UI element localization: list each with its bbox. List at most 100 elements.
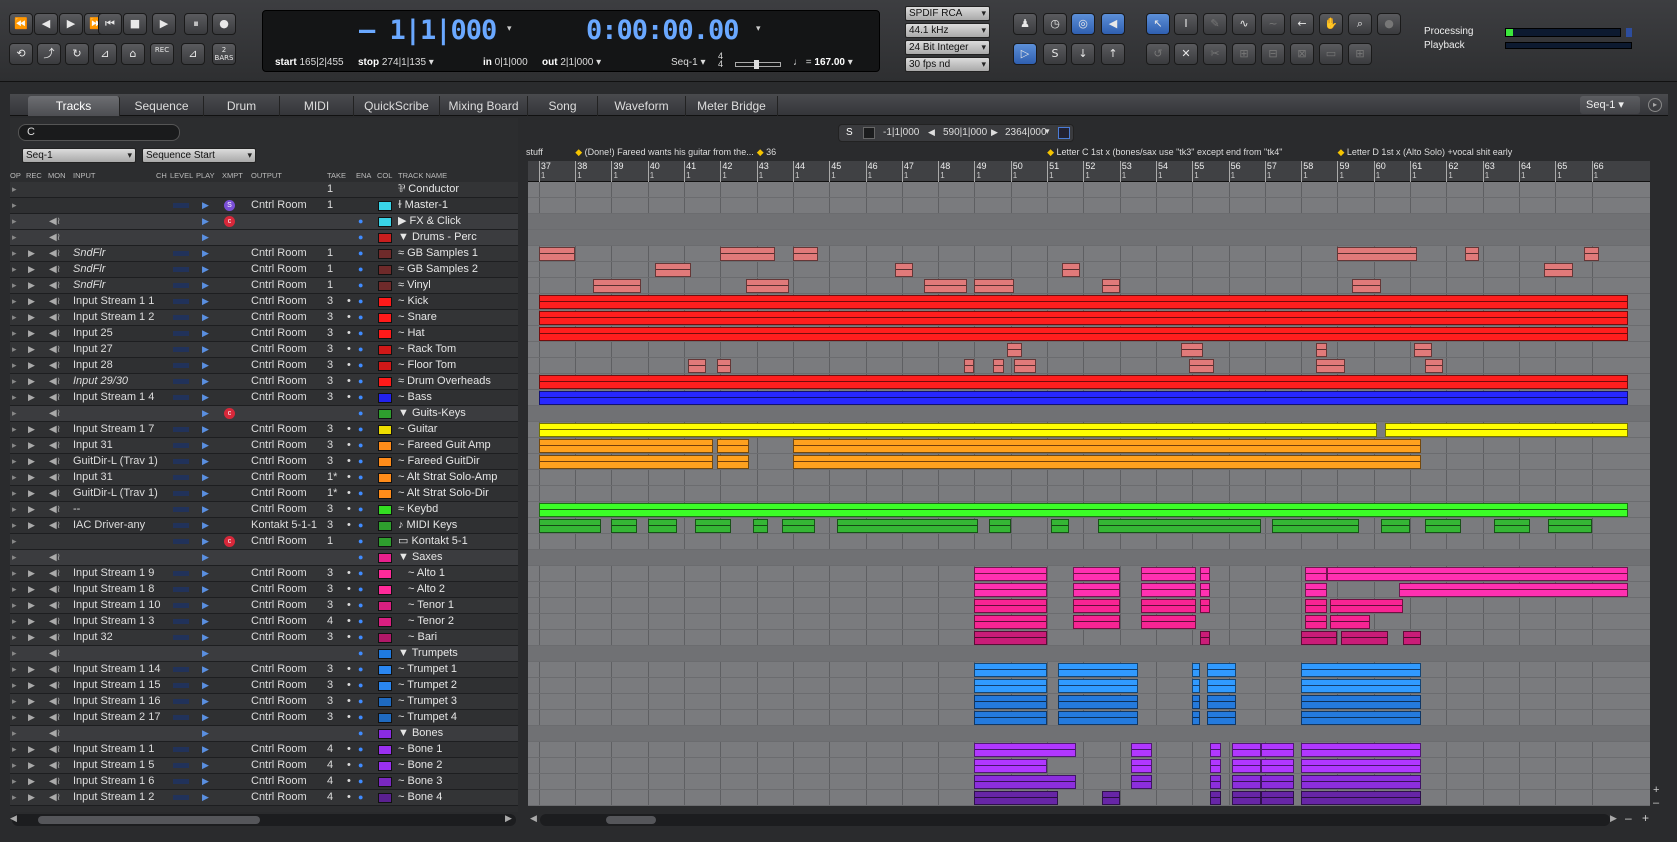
track-lane[interactable] (528, 678, 1650, 694)
track-name[interactable]: ≈ GB Samples 2 (398, 262, 478, 277)
solo-icon[interactable]: S (1043, 43, 1067, 65)
sync-icon[interactable]: ▷ (1013, 43, 1037, 65)
track-take[interactable]: 1* (327, 470, 337, 485)
sound-clip[interactable] (1304, 599, 1327, 613)
mixer-icon[interactable]: ♟ (1013, 13, 1037, 35)
track-record-icon[interactable]: ▶ (28, 566, 35, 581)
track-name[interactable]: ~ Trumpet 4 (398, 710, 457, 725)
track-lane[interactable] (528, 742, 1650, 758)
track-take[interactable]: 1 (327, 262, 333, 277)
track-expand-icon[interactable]: ▸ (12, 678, 17, 693)
selection-length[interactable]: 2364|000 (1005, 127, 1047, 138)
circle-tool-icon[interactable]: ● (1377, 13, 1401, 35)
track-monitor-icon[interactable]: ◀≀ (49, 374, 60, 389)
track-expand-icon[interactable]: ▸ (12, 342, 17, 357)
track-lane[interactable] (528, 486, 1650, 502)
sound-clip[interactable] (1097, 519, 1262, 533)
track-color-swatch[interactable] (378, 617, 392, 627)
track-lane[interactable] (528, 262, 1650, 278)
track-record-icon[interactable]: ▶ (28, 374, 35, 389)
sound-clip[interactable] (1301, 775, 1421, 789)
track-expand-icon[interactable]: ▸ (12, 326, 17, 341)
speaker-icon[interactable]: ◀ (1101, 13, 1125, 35)
track-input[interactable]: Input 31 (73, 470, 169, 485)
track-name[interactable]: ▭ Kontakt 5-1 (398, 534, 468, 549)
sound-clip[interactable] (1341, 631, 1389, 645)
track-record-icon[interactable]: ▶ (28, 246, 35, 261)
track-row[interactable]: ▸ ▶ ◀≀ Input Stream 1 4 ▶ Cntrl Room 3 • ● ~ Bass (10, 390, 518, 406)
horizontal-zoom-in-icon[interactable]: + (1642, 811, 1649, 825)
start-value[interactable]: 165|2|455 (299, 57, 343, 68)
track-expand-icon[interactable]: ▸ (12, 422, 17, 437)
sound-clip[interactable] (1261, 759, 1294, 773)
track-name[interactable]: ♪ MIDI Keys (398, 518, 457, 533)
track-take[interactable]: 1 (327, 198, 333, 213)
track-play-icon[interactable]: ▶ (202, 294, 209, 309)
meter-display[interactable]: 44 (718, 52, 723, 69)
track-play-icon[interactable]: ▶ (202, 566, 209, 581)
track-record-icon[interactable]: ▶ (28, 278, 35, 293)
sound-clip[interactable] (1399, 583, 1628, 597)
track-color-swatch[interactable] (378, 361, 392, 371)
scissors-tool-icon[interactable]: ✂ (1203, 43, 1227, 65)
timeline-scroll-left-icon[interactable]: ◀ (530, 813, 537, 824)
sound-clip[interactable] (1014, 359, 1037, 373)
sequence-start-select[interactable]: Sequence Start (142, 148, 256, 163)
track-row[interactable]: ▸ ▶ ◀≀ Input Stream 1 10 ▶ Cntrl Room 3 • ● ~ Ten… (10, 598, 518, 614)
track-take[interactable]: 4 (327, 758, 333, 773)
sound-clip[interactable] (1272, 519, 1360, 533)
track-row[interactable]: ▸ ▶ ◀≀ Input Stream 1 5 ▶ Cntrl Room 4 • ● ~ Bone… (10, 758, 518, 774)
rewind-button[interactable]: ⏪ (9, 13, 33, 35)
track-expand-icon[interactable]: ▸ (12, 406, 17, 421)
track-enable-icon[interactable]: ● (358, 662, 363, 677)
track-row[interactable]: ▸ ▶ ◀≀ Input 31 ▶ Cntrl Room 3 • ● ~ Fareed Guit … (10, 438, 518, 454)
track-name[interactable]: ~ Bone 3 (398, 774, 442, 789)
track-lane[interactable] (528, 726, 1650, 742)
track-take[interactable]: 3 (327, 438, 333, 453)
track-enable-icon[interactable]: ● (358, 454, 363, 469)
track-take[interactable]: 4 (327, 790, 333, 805)
track-output[interactable]: Cntrl Room (251, 454, 307, 469)
track-color-swatch[interactable] (378, 377, 392, 387)
track-enable-icon[interactable]: ● (358, 246, 363, 261)
track-play-icon[interactable]: ▶ (202, 230, 209, 245)
track-row[interactable]: ▸ ▶ ◀≀ Input 31 ▶ Cntrl Room 1* • ● ~ Alt Strat S… (10, 470, 518, 486)
track-row[interactable]: ▸ ▶ ◀≀ Input 25 ▶ Cntrl Room 3 • ● ~ Hat (10, 326, 518, 342)
sound-clip[interactable] (1548, 519, 1592, 533)
track-expand-icon[interactable]: ▸ (12, 630, 17, 645)
track-row[interactable]: ▸ ▶ ◀≀ Input 27 ▶ Cntrl Room 3 • ● ~ Rack Tom (10, 342, 518, 358)
track-color-swatch[interactable] (378, 233, 392, 243)
track-name[interactable]: ≈ Drum Overheads (398, 374, 491, 389)
track-color-swatch[interactable] (378, 713, 392, 723)
track-enable-icon[interactable]: ● (358, 534, 363, 549)
track-lane[interactable] (528, 198, 1650, 214)
track-input[interactable]: Input 25 (73, 326, 169, 341)
track-output[interactable]: Cntrl Room (251, 262, 307, 277)
sound-clip[interactable] (1050, 519, 1069, 533)
track-enable-icon[interactable]: ● (358, 326, 363, 341)
track-output[interactable]: Cntrl Room (251, 310, 307, 325)
track-expand-icon[interactable]: ▸ (12, 358, 17, 373)
track-color-swatch[interactable] (378, 297, 392, 307)
sequence-select[interactable]: Seq-1 (22, 148, 136, 163)
sound-clip[interactable] (792, 247, 819, 261)
track-row[interactable]: ▸ ▶ S Cntrl Room 1 ɫ Master-1 (10, 198, 518, 214)
track-name[interactable]: ▼ Trumpets (398, 646, 458, 661)
record-button[interactable]: ● (212, 13, 236, 35)
column-header-output[interactable]: OUTPUT (251, 171, 282, 180)
sound-clip[interactable] (974, 567, 1048, 581)
track-output[interactable]: Cntrl Room (251, 678, 307, 693)
sound-clip[interactable] (1301, 759, 1421, 773)
time-counter-menu-icon[interactable]: ▾ (756, 23, 761, 34)
track-play-icon[interactable]: ▶ (202, 326, 209, 341)
track-expand-icon[interactable]: ▸ (12, 470, 17, 485)
track-lane[interactable] (528, 390, 1650, 406)
zoom-tool-icon[interactable]: ⌕ (1348, 13, 1372, 35)
curve-tool-icon[interactable]: ∿ (1232, 13, 1256, 35)
track-take[interactable]: 1* (327, 486, 337, 501)
track-monitor-icon[interactable]: ◀≀ (49, 294, 60, 309)
track-lane[interactable] (528, 406, 1650, 422)
track-take[interactable]: 1 (327, 278, 333, 293)
column-header-mon[interactable]: MON (48, 171, 66, 180)
track-color-swatch[interactable] (378, 473, 392, 483)
